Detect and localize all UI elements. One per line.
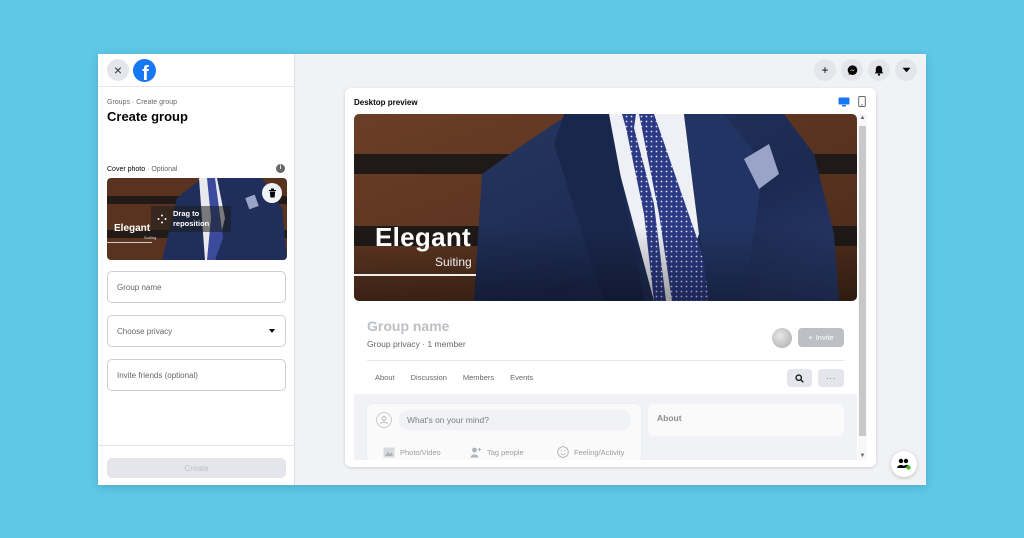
invite-button[interactable]: + Invite (798, 328, 844, 347)
cover-photo-optional: · Optional (145, 166, 178, 173)
composer-input[interactable]: What's on your mind? (399, 410, 631, 430)
post-composer: What's on your mind? Photo/Video Tag peo… (367, 404, 641, 460)
about-card-title: About (657, 413, 682, 423)
photo-icon (383, 447, 395, 457)
create-menu-button[interactable]: + (814, 59, 836, 81)
device-toggle (838, 96, 866, 107)
group-search-button[interactable] (787, 369, 812, 387)
cover-photo-label-text: Cover photo (107, 166, 146, 173)
group-name-input[interactable]: Group name (107, 271, 286, 303)
desktop-icon[interactable] (838, 97, 850, 107)
privacy-select[interactable]: Choose privacy (107, 315, 286, 347)
page-title: Create group (107, 109, 188, 124)
preview-group-meta: Group privacy · 1 member (367, 339, 466, 349)
tab-members[interactable]: Members (455, 368, 502, 387)
divider (367, 360, 844, 361)
account-menu-button[interactable] (895, 59, 917, 81)
preview-scroll-area[interactable]: Elegant Suiting Group name Group privacy… (354, 114, 857, 460)
search-icon (795, 373, 804, 383)
breadcrumb: Groups · Create group (107, 99, 178, 106)
thumbnail-brand-underline (107, 242, 152, 243)
contacts-button[interactable] (891, 451, 917, 477)
cover-photo-label: Cover photo · Optional (107, 166, 177, 173)
notifications-button[interactable] (868, 59, 890, 81)
top-actions: + (814, 59, 917, 81)
feeling-activity-button[interactable]: Feeling/Activity (557, 446, 644, 458)
people-icon (897, 458, 911, 470)
caret-down-icon (269, 329, 275, 333)
sidebar-header: × f (98, 54, 294, 87)
cover-photo-thumbnail[interactable]: Drag to reposition Elegant Suiting (107, 178, 287, 260)
preview-group-name: Group name (367, 318, 450, 334)
preview-title: Desktop preview (354, 98, 418, 107)
photo-video-button[interactable]: Photo/Video (383, 446, 470, 458)
info-icon[interactable]: i (276, 164, 285, 173)
caret-down-icon (902, 67, 910, 73)
bell-icon (874, 65, 884, 76)
user-avatar-icon (376, 412, 392, 428)
more-options-button[interactable]: ··· (818, 369, 844, 387)
cover-brand-subtext: Suiting (435, 255, 472, 269)
composer-actions: Photo/Video Tag people Feeling/Activity (383, 446, 644, 458)
invite-friends-input[interactable]: Invite friends (optional) (107, 359, 286, 391)
cover-photo-image (354, 114, 857, 301)
ellipsis-icon: ··· (826, 373, 836, 383)
close-button[interactable]: × (107, 59, 129, 81)
group-tabs: About Discussion Members Events (367, 368, 541, 387)
tag-people-button[interactable]: Tag people (470, 446, 557, 458)
sidebar-footer: Create (98, 445, 294, 485)
plus-icon: + (808, 333, 813, 342)
smiley-icon (557, 446, 569, 458)
move-icon (157, 214, 167, 224)
plus-icon: + (821, 63, 829, 77)
drag-to-reposition-hint[interactable]: Drag to reposition (151, 206, 231, 232)
thumbnail-brand-subtext: Suiting (144, 235, 157, 240)
scroll-down-icon[interactable]: ▼ (858, 453, 867, 459)
app-window: × f Groups · Create group Create group C… (98, 54, 926, 485)
close-icon: × (113, 62, 123, 78)
facebook-logo-icon[interactable]: f (133, 58, 156, 82)
drag-hint-text: Drag to reposition (173, 209, 210, 228)
member-avatar (772, 328, 792, 348)
thumbnail-brand-text: Elegant (114, 223, 151, 234)
mobile-icon[interactable] (858, 96, 866, 107)
create-button[interactable]: Create (107, 458, 286, 478)
cover-brand-underline (354, 274, 476, 276)
tab-events[interactable]: Events (502, 368, 541, 387)
tab-about[interactable]: About (367, 368, 403, 387)
preview-cover-photo: Elegant Suiting (354, 114, 857, 301)
scroll-up-icon[interactable]: ▲ (858, 115, 867, 121)
messenger-button[interactable] (841, 59, 863, 81)
delete-cover-button[interactable] (262, 183, 282, 203)
about-card: About (648, 404, 844, 436)
desktop-preview-panel: Desktop preview Elegant Suiting Group na… (345, 88, 876, 467)
trash-icon (268, 188, 276, 198)
create-group-sidebar: × f Groups · Create group Create group C… (98, 54, 295, 485)
scrollbar-thumb[interactable] (859, 126, 866, 436)
cover-brand-text: Elegant (375, 222, 472, 252)
messenger-icon (847, 64, 857, 75)
preview-scrollbar[interactable]: ▲ ▼ (858, 114, 867, 460)
tag-people-icon (470, 447, 481, 457)
tab-discussion[interactable]: Discussion (403, 368, 455, 387)
